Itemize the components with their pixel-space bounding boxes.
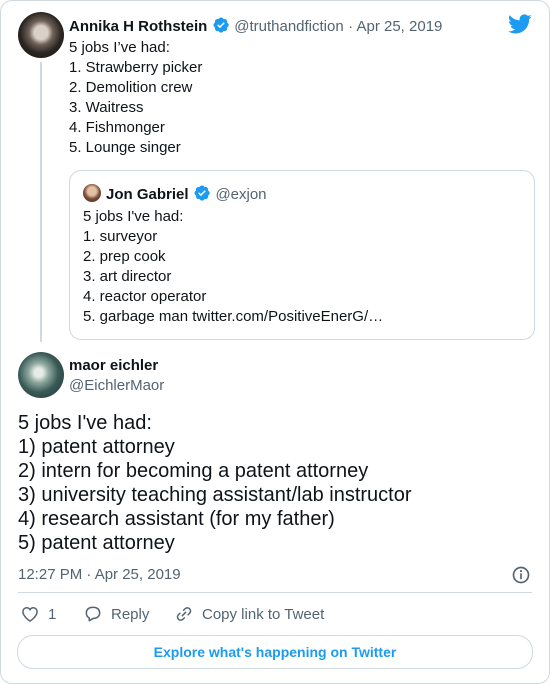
copy-link-button[interactable]: Copy link to Tweet	[174, 604, 324, 624]
avatar-annika[interactable]	[18, 12, 64, 58]
quoted-tweet-line: 2. prep cook	[83, 248, 166, 265]
quoted-tweet-line: 5 jobs I've had:	[83, 208, 184, 225]
reply-icon	[85, 606, 101, 622]
parent-tweet-header: Annika H Rothstein @truthandfiction · Ap…	[69, 16, 442, 36]
quoted-tweet-line: 1. surveyor	[83, 228, 158, 245]
quoted-author-handle: @exjon	[215, 186, 267, 203]
parent-tweet-line: 5. Lounge singer	[69, 139, 181, 156]
like-count: 1	[48, 605, 57, 623]
link-icon	[176, 607, 192, 621]
quoted-tweet-header: Jon Gabriel @exjon	[106, 184, 267, 204]
reply-button[interactable]: Reply	[83, 604, 149, 624]
copy-link-label: Copy link to Tweet	[202, 605, 325, 623]
parent-tweet-line: 4. Fishmonger	[69, 119, 165, 136]
divider	[18, 592, 532, 593]
verified-badge-icon	[213, 17, 229, 33]
parent-tweet-line: 1. Strawberry picker	[69, 59, 203, 76]
quoted-tweet-line: 4. reactor operator	[83, 288, 207, 305]
main-tweet-line: 4) research assistant (for my father)	[18, 508, 335, 530]
info-icon[interactable]	[511, 565, 531, 585]
main-tweet-line: 1) patent attorney	[18, 436, 175, 458]
verified-badge-icon	[194, 185, 210, 201]
parent-author-name[interactable]: Annika H Rothstein	[69, 18, 207, 35]
quoted-tweet-line: 5. garbage man twitter.com/PositiveEnerG…	[83, 308, 384, 325]
reply-label: Reply	[111, 605, 150, 623]
parent-tweet-line: 2. Demolition crew	[69, 79, 193, 96]
quoted-tweet-line: 3. art director	[83, 268, 172, 285]
parent-tweet-line: 5 jobs I’ve had:	[69, 39, 170, 56]
heart-icon	[22, 606, 38, 622]
like-button[interactable]: 1	[20, 604, 56, 624]
main-tweet-line: 2) intern for becoming a patent attorney	[18, 460, 369, 482]
avatar-maor[interactable]	[18, 352, 64, 398]
main-tweet-line: 5 jobs I've had:	[18, 412, 152, 434]
avatar-jon	[83, 184, 101, 202]
main-author-handle[interactable]: @EichlerMaor	[69, 377, 164, 394]
explore-twitter-button[interactable]: Explore what's happening on Twitter	[17, 635, 533, 669]
parent-author-handle[interactable]: @truthandfiction	[234, 18, 343, 35]
main-tweet-line: 3) university teaching assistant/lab ins…	[18, 484, 412, 506]
twitter-bird-icon[interactable]	[508, 12, 532, 36]
main-author-name[interactable]: maor eichler	[69, 357, 158, 374]
main-tweet-line: 5) patent attorney	[18, 532, 175, 554]
quoted-author-name: Jon Gabriel	[106, 186, 189, 203]
thread-connector-line	[40, 62, 42, 342]
parent-tweet-line: 3. Waitress	[69, 99, 144, 116]
parent-tweet-date[interactable]: · Apr 25, 2019	[348, 18, 442, 35]
tweet-timestamp[interactable]: 12:27 PM · Apr 25, 2019	[18, 566, 181, 583]
